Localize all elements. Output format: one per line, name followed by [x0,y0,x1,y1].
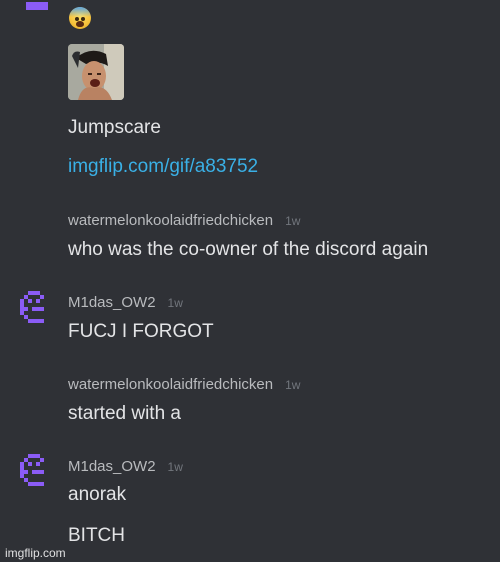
message-text: who was the co-owner of the discord agai… [68,239,429,260]
pixel-face-icon [20,291,44,323]
timestamp: 1w [167,296,183,310]
avatar[interactable] [20,453,56,489]
message-text: anorak [68,484,127,505]
username[interactable]: watermelonkoolaidfriedchicken [68,376,273,393]
pixel-face-icon [20,454,44,486]
username[interactable]: watermelonkoolaidfriedchicken [68,212,273,229]
timestamp: 1w [167,460,183,474]
message-text: FUCJ I FORGOT [68,321,214,342]
message-header: watermelonkoolaidfriedchicken 1w [68,212,300,230]
timestamp: 1w [285,378,301,392]
username[interactable]: M1das_OW2 [68,458,156,475]
message-text: started with a [68,403,181,424]
username[interactable]: M1das_OW2 [68,294,156,311]
avatar[interactable] [26,2,48,10]
message-header: M1das_OW2 1w [68,294,183,312]
fearful-face-emoji-icon [69,7,91,29]
message-text: BITCH [68,525,125,546]
gif-thumbnail[interactable] [68,44,124,100]
message-header: M1das_OW2 1w [68,458,183,476]
imgflip-watermark: imgflip.com [5,546,66,560]
person-face-image [68,44,124,100]
avatar[interactable] [20,290,56,326]
gif-link[interactable]: imgflip.com/gif/a83752 [68,156,258,178]
timestamp: 1w [285,214,301,228]
message-header: watermelonkoolaidfriedchicken 1w [68,376,300,394]
embed-title: Jumpscare [68,117,161,138]
